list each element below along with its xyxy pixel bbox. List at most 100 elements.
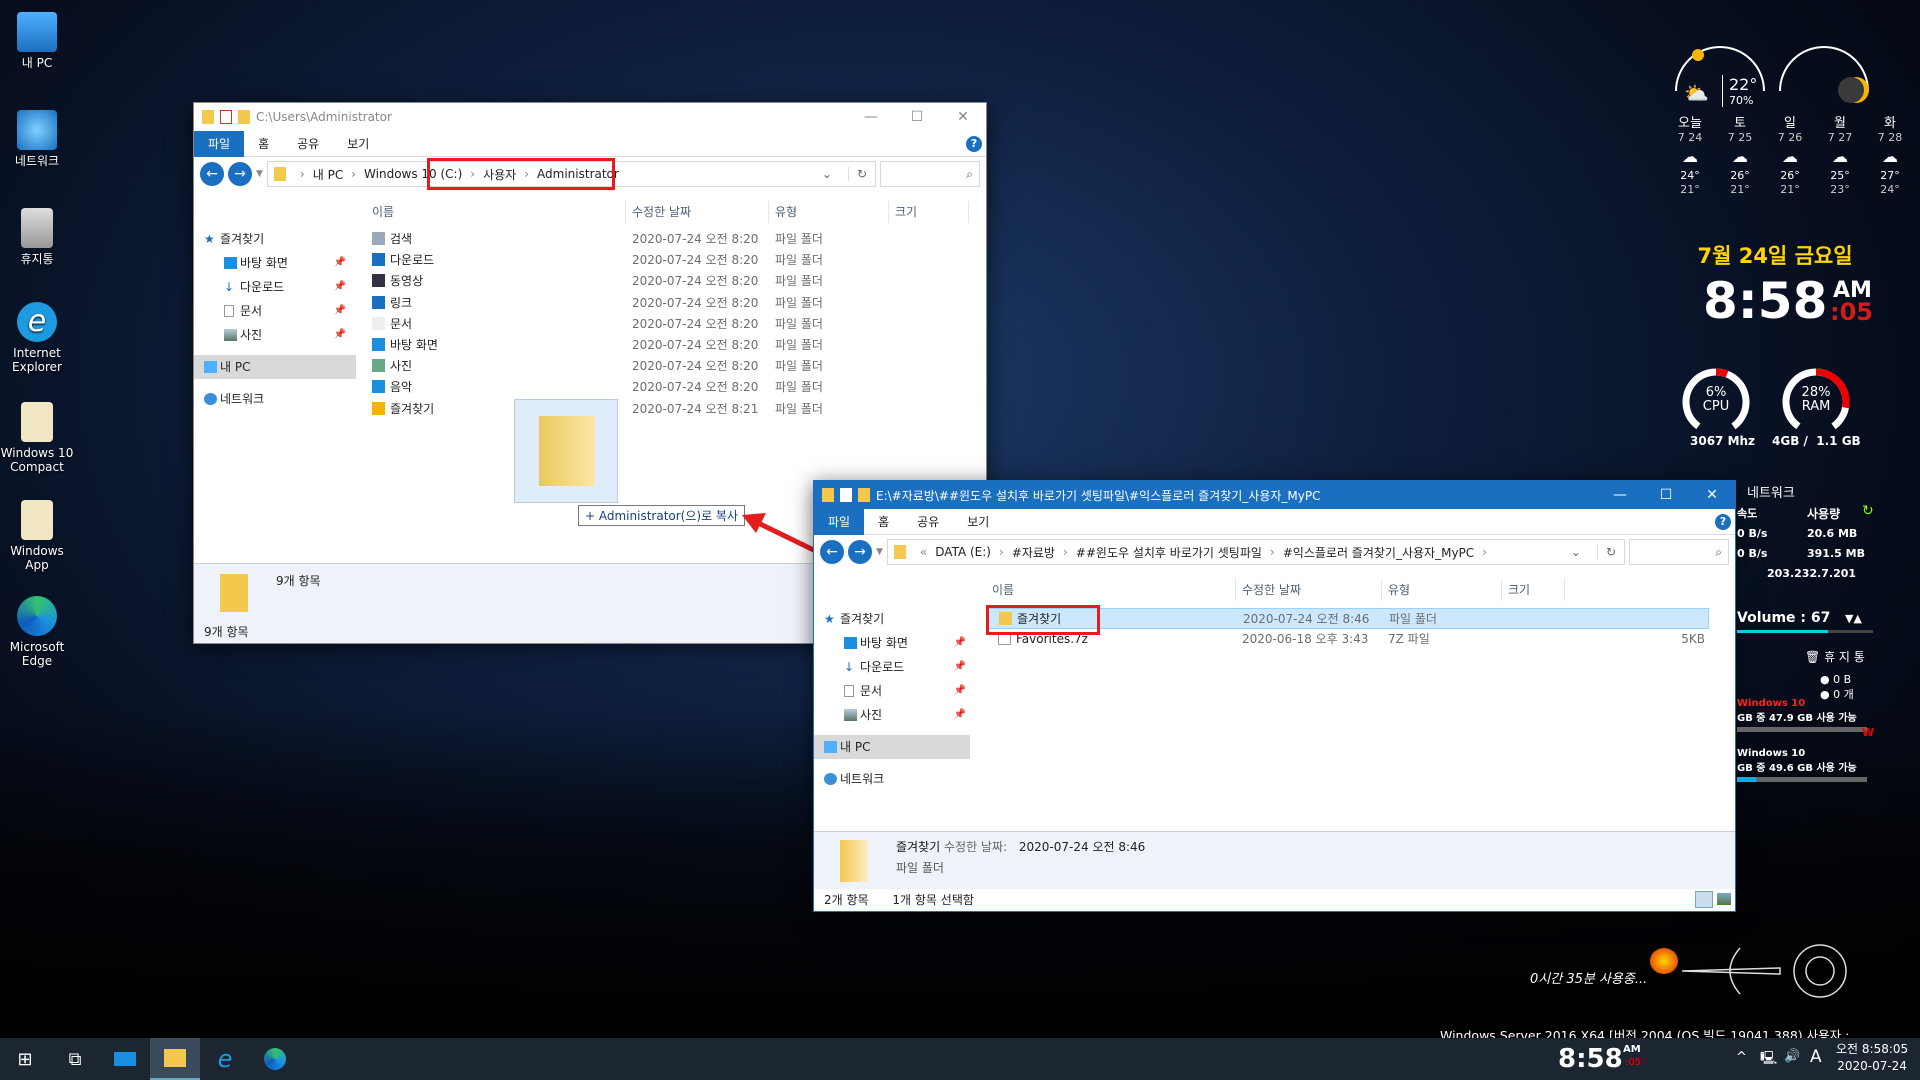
desktop-icon-network[interactable]: 네트워크: [0, 110, 74, 168]
cpu-percent: 6%: [1705, 385, 1727, 400]
tab-file[interactable]: 파일: [814, 508, 865, 535]
properties-icon[interactable]: [220, 110, 232, 124]
nav-item-network[interactable]: 네트워크: [814, 767, 976, 791]
tab-file[interactable]: 파일: [194, 130, 245, 157]
taskbar-internet-explorer[interactable]: e: [200, 1038, 250, 1080]
nav-item-this-pc[interactable]: 내 PC: [194, 355, 356, 379]
breadcrumb-item[interactable]: #자료방: [1012, 544, 1055, 561]
nav-item-downloads[interactable]: ↓ 다운로드 📌: [194, 275, 356, 299]
taskbar-edge[interactable]: [250, 1038, 300, 1080]
column-header-name[interactable]: 이름: [986, 579, 1236, 601]
column-header-date[interactable]: 수정한 날짜: [626, 201, 769, 223]
breadcrumb-item[interactable]: DATA (E:): [935, 545, 991, 559]
column-header-type[interactable]: 유형: [1382, 579, 1502, 601]
forecast-day: 일7 26 ☁ 26° 21°: [1770, 117, 1810, 197]
tab-home[interactable]: 홈: [244, 131, 283, 157]
forward-button[interactable]: →: [848, 540, 872, 564]
tab-share[interactable]: 공유: [903, 509, 953, 535]
recent-locations-icon[interactable]: ▼: [256, 169, 263, 179]
refresh-icon[interactable]: ↻: [1862, 503, 1874, 519]
minimize-button[interactable]: —: [1597, 487, 1643, 503]
column-header-date[interactable]: 수정한 날짜: [1236, 579, 1382, 601]
column-header-size[interactable]: 크기: [889, 201, 969, 223]
table-row[interactable]: 다운로드 2020-07-24 오전 8:20 파일 폴더: [366, 250, 986, 271]
desktop-icon-my-pc[interactable]: 내 PC: [0, 12, 74, 70]
details-view-icon[interactable]: [1695, 891, 1713, 908]
table-row[interactable]: 사진 2020-07-24 오전 8:20 파일 폴더: [366, 356, 986, 377]
ime-indicator[interactable]: A: [1810, 1047, 1822, 1067]
nav-item-documents[interactable]: 문서 📌: [814, 679, 976, 703]
nav-item-favorites[interactable]: ★ 즐겨찾기: [814, 607, 976, 631]
recent-locations-icon[interactable]: ▼: [876, 547, 883, 557]
new-folder-icon[interactable]: [238, 110, 250, 124]
nav-item-network[interactable]: 네트워크: [194, 387, 356, 411]
help-icon[interactable]: ?: [966, 136, 982, 152]
usage-header: 사용량: [1807, 507, 1841, 521]
network-icon: [204, 393, 217, 405]
column-header-name[interactable]: 이름: [366, 201, 626, 223]
desktop-icon-ie[interactable]: e Internet Explorer: [0, 302, 74, 374]
desktop-icon-edge[interactable]: Microsoft Edge: [0, 596, 74, 668]
breadcrumb-item[interactable]: 내 PC: [313, 166, 343, 183]
search-input[interactable]: ⌕: [1629, 539, 1729, 565]
maximize-button[interactable]: ☐: [894, 109, 940, 125]
table-row[interactable]: 바탕 화면 2020-07-24 오전 8:20 파일 폴더: [366, 335, 986, 356]
desktop-icon-windows-app[interactable]: Windows App: [0, 500, 74, 572]
network-tray-icon[interactable]: 🖳: [1760, 1049, 1777, 1071]
column-header-type[interactable]: 유형: [769, 201, 889, 223]
nav-item-favorites[interactable]: ★ 즐겨찾기: [194, 227, 356, 251]
properties-icon[interactable]: [840, 488, 852, 502]
tab-view[interactable]: 보기: [333, 131, 383, 157]
address-bar[interactable]: « DATA (E:) › #자료방 › ##윈도우 설치후 바로가기 셋팅파일 › …: [886, 539, 1625, 565]
minimize-button[interactable]: —: [848, 109, 894, 125]
nav-item-documents[interactable]: 문서 📌: [194, 299, 356, 323]
chevron-down-icon[interactable]: ⌄: [822, 167, 840, 181]
back-button[interactable]: ←: [820, 540, 844, 564]
nav-item-pictures[interactable]: 사진 📌: [194, 323, 356, 347]
close-button[interactable]: ✕: [940, 109, 986, 125]
table-row[interactable]: 검색 2020-07-24 오전 8:20 파일 폴더: [366, 229, 986, 250]
table-row[interactable]: 음악 2020-07-24 오전 8:20 파일 폴더: [366, 377, 986, 398]
column-header-size[interactable]: 크기: [1502, 579, 1565, 601]
start-button[interactable]: ⊞: [0, 1038, 50, 1080]
search-input[interactable]: ⌕: [880, 161, 980, 187]
task-view-button[interactable]: ⧉: [50, 1038, 100, 1080]
table-row[interactable]: 문서 2020-07-24 오전 8:20 파일 폴더: [366, 314, 986, 335]
new-folder-icon[interactable]: [858, 488, 870, 502]
table-row[interactable]: 즐겨찾기 2020-07-24 오전 8:21 파일 폴더: [366, 399, 986, 420]
help-icon[interactable]: ?: [1715, 514, 1731, 530]
nav-item-this-pc[interactable]: 내 PC: [814, 735, 970, 759]
volume-icon[interactable]: 🔊: [1784, 1049, 1800, 1064]
file-list: 이름 수정한 날짜 유형 크기 즐겨찾기 2020-07-24 오전 8:46 …: [986, 579, 1735, 829]
table-row[interactable]: 동영상 2020-07-24 오전 8:20 파일 폴더: [366, 271, 986, 292]
tab-share[interactable]: 공유: [283, 131, 333, 157]
back-button[interactable]: ←: [200, 162, 224, 186]
nav-item-desktop[interactable]: 바탕 화면 📌: [194, 251, 356, 275]
tab-home[interactable]: 홈: [864, 509, 903, 535]
tab-view[interactable]: 보기: [953, 509, 1003, 535]
nav-item-pictures[interactable]: 사진 📌: [814, 703, 976, 727]
table-row[interactable]: 링크 2020-07-24 오전 8:20 파일 폴더: [366, 293, 986, 314]
file-name: 검색: [390, 232, 413, 246]
refresh-icon[interactable]: ↻: [1596, 545, 1624, 559]
chevron-down-icon[interactable]: ⌄: [1571, 545, 1589, 559]
refresh-icon[interactable]: ↻: [847, 167, 875, 181]
taskbar-file-explorer[interactable]: [150, 1038, 200, 1080]
close-button[interactable]: ✕: [1689, 487, 1735, 503]
maximize-button[interactable]: ☐: [1643, 487, 1689, 503]
desktop-icon-recycle-bin[interactable]: 휴지통: [0, 208, 74, 266]
nav-item-desktop[interactable]: 바탕 화면 📌: [814, 631, 976, 655]
taskbar-app[interactable]: [100, 1038, 150, 1080]
nav-item-downloads[interactable]: ↓ 다운로드 📌: [814, 655, 976, 679]
show-hidden-icons[interactable]: ^: [1736, 1050, 1747, 1065]
computer-icon: [204, 361, 217, 373]
breadcrumb-item[interactable]: #익스플로러 즐겨찾기_사용자_MyPC: [1283, 544, 1474, 561]
forward-button[interactable]: →: [228, 162, 252, 186]
desktop-icon-win10-compact[interactable]: Windows 10 Compact: [0, 402, 74, 474]
address-bar[interactable]: › 내 PC › Windows 10 (C:) › 사용자 › Administra…: [266, 158, 876, 190]
volume-bar[interactable]: [1737, 630, 1873, 633]
volume-arrows-icon[interactable]: ▼▲: [1845, 612, 1862, 625]
tray-clock[interactable]: 오전 8:58:05 2020-07-24: [1836, 1041, 1908, 1075]
breadcrumb-item[interactable]: ##윈도우 설치후 바로가기 셋팅파일: [1076, 544, 1262, 561]
large-icons-view-icon[interactable]: [1717, 893, 1731, 905]
